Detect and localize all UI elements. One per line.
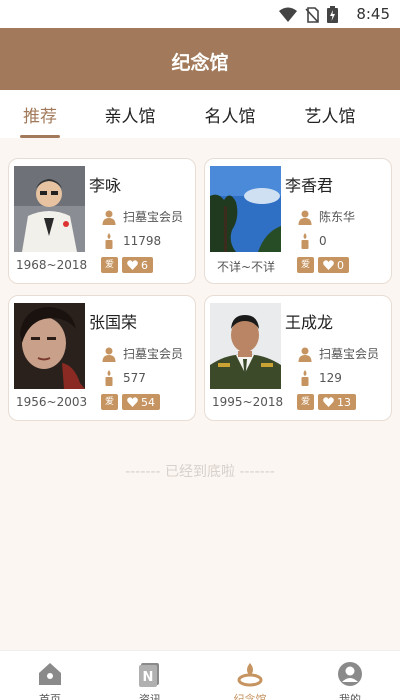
app-header: 纪念馆 [0, 28, 400, 90]
candle-icon [105, 233, 113, 249]
candle-row: 577 [101, 370, 146, 386]
status-time: 8:45 [356, 5, 390, 23]
candle-row: 0 [297, 233, 327, 249]
love-badge[interactable]: 爱 [101, 394, 118, 410]
memorial-name: 李咏 [89, 176, 122, 195]
memorial-icon [237, 663, 263, 687]
creator-row: 扫墓宝会员 [101, 208, 183, 225]
love-badge[interactable]: 爱 [101, 257, 118, 273]
creator-row: 扫墓宝会员 [101, 345, 183, 362]
nav-news-label: 资讯 [139, 693, 161, 700]
heart-icon [323, 260, 334, 270]
love-badge[interactable]: 爱 [297, 394, 314, 410]
battery-charging-icon [327, 6, 338, 23]
heart-icon [127, 260, 138, 270]
user-icon [102, 347, 116, 362]
love-badge[interactable]: 爱 [297, 257, 314, 273]
wifi-icon [279, 7, 297, 22]
memorial-name: 王成龙 [285, 313, 334, 332]
svg-text:N: N [143, 670, 154, 685]
memorial-name: 张国荣 [89, 313, 138, 332]
page-title: 纪念馆 [171, 52, 229, 74]
like-badge[interactable]: 6 [122, 257, 153, 273]
tab-artist[interactable]: 艺人馆 [290, 102, 370, 127]
creator-row: 扫墓宝会员 [297, 345, 379, 362]
candle-count: 0 [319, 234, 327, 248]
nav-memorial[interactable]: 纪念馆 [200, 651, 300, 700]
category-tabs: 推荐 亲人馆 名人馆 艺人馆 [0, 90, 400, 138]
memorial-card[interactable]: 王成龙 扫墓宝会员 129 1995~2018 爱 13 [204, 295, 392, 421]
nav-home[interactable]: 首页 [0, 651, 100, 700]
like-count: 6 [141, 258, 148, 272]
life-dates: 不详~不详 [217, 260, 276, 274]
profile-icon [338, 662, 362, 686]
memorial-photo [210, 303, 281, 389]
memorial-photo [210, 166, 281, 252]
creator-name: 扫墓宝会员 [319, 347, 380, 361]
memorial-card[interactable]: 李香君 陈东华 0 不详~不详 爱 0 [204, 158, 392, 284]
nav-news[interactable]: N 资讯 [100, 651, 200, 700]
life-dates: 1995~2018 [212, 395, 284, 409]
candle-icon [301, 370, 309, 386]
like-badge[interactable]: 54 [122, 394, 160, 410]
like-count: 54 [141, 395, 155, 409]
candle-count: 11798 [123, 234, 162, 248]
tab-recommended[interactable]: 推荐 [0, 102, 80, 127]
tab-celebrity[interactable]: 名人馆 [190, 102, 270, 127]
candle-count: 577 [123, 371, 146, 385]
like-count: 0 [337, 258, 344, 272]
tab-family[interactable]: 亲人馆 [90, 102, 170, 127]
candle-row: 11798 [101, 233, 161, 249]
bottom-nav: 首页 N 资讯 纪念馆 我的 [0, 650, 400, 700]
memorial-card[interactable]: 张国荣 扫墓宝会员 577 1956~2003 爱 54 [8, 295, 196, 421]
end-of-list-text: ------- 已经到底啦 ------- [125, 464, 275, 480]
home-icon [39, 663, 61, 685]
like-badge[interactable]: 0 [318, 257, 349, 273]
no-sim-icon [305, 6, 319, 23]
creator-name: 扫墓宝会员 [123, 347, 184, 361]
status-icons [279, 6, 338, 23]
nav-profile-label: 我的 [339, 693, 361, 700]
user-icon [102, 210, 116, 225]
nav-profile[interactable]: 我的 [300, 651, 400, 700]
life-dates: 1956~2003 [16, 395, 88, 409]
creator-row: 陈东华 [297, 208, 355, 225]
user-icon [298, 347, 312, 362]
candle-icon [105, 370, 113, 386]
life-dates: 1968~2018 [16, 258, 88, 272]
heart-icon [127, 397, 138, 407]
user-icon [298, 210, 312, 225]
nav-memorial-label: 纪念馆 [233, 693, 267, 700]
candle-count: 129 [319, 371, 342, 385]
candle-icon [301, 233, 309, 249]
news-icon: N [139, 663, 159, 687]
active-tab-indicator [20, 135, 60, 138]
heart-icon [323, 397, 334, 407]
like-count: 13 [337, 395, 351, 409]
candle-row: 129 [297, 370, 342, 386]
like-badge[interactable]: 13 [318, 394, 356, 410]
memorial-name: 李香君 [285, 176, 334, 195]
creator-name: 扫墓宝会员 [123, 210, 184, 224]
creator-name: 陈东华 [319, 210, 356, 224]
nav-home-label: 首页 [39, 693, 61, 700]
memorial-photo [14, 303, 85, 389]
status-bar: 8:45 [0, 0, 400, 28]
memorial-card[interactable]: 李咏 扫墓宝会员 11798 1968~2018 爱 6 [8, 158, 196, 284]
memorial-photo [14, 166, 85, 252]
